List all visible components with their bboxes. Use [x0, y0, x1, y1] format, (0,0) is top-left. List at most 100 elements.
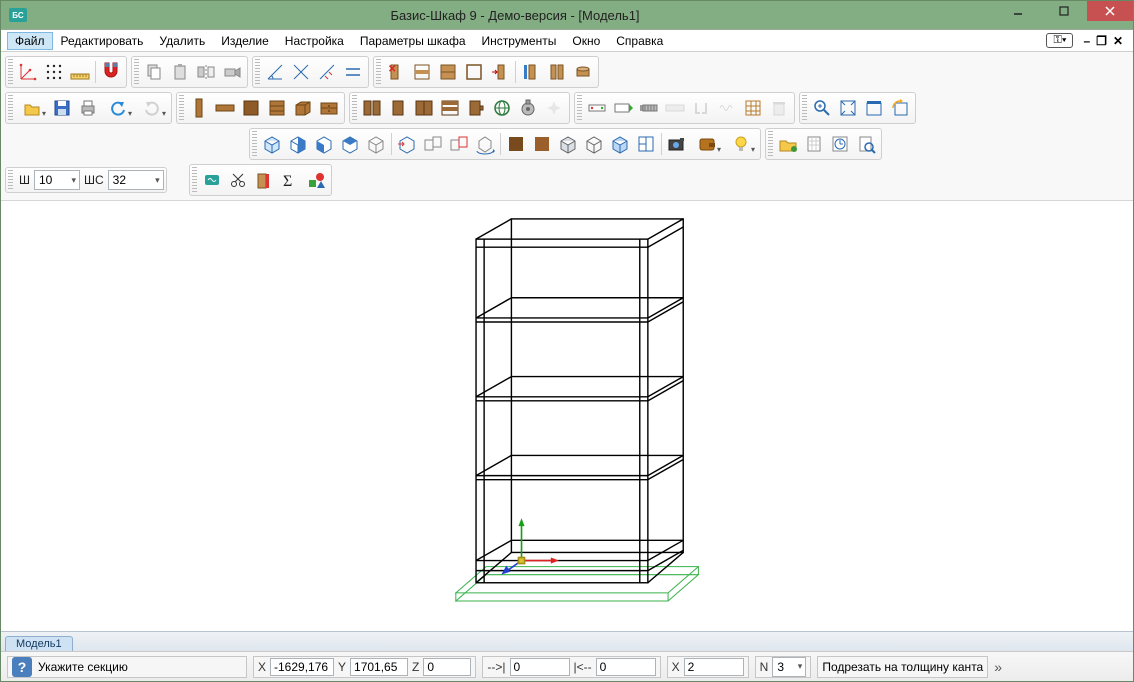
box-solid-icon[interactable] — [555, 131, 581, 157]
view-arrow-icon[interactable] — [394, 131, 420, 157]
mdi-minimize[interactable]: – — [1083, 34, 1090, 48]
sparkle-icon[interactable] — [541, 95, 567, 121]
redo-icon[interactable] — [135, 95, 169, 121]
box-icon[interactable] — [290, 95, 316, 121]
view-top-icon[interactable] — [337, 131, 363, 157]
sheet-icon[interactable] — [801, 131, 827, 157]
hw1-icon[interactable] — [584, 95, 610, 121]
scissors-icon[interactable] — [225, 167, 251, 193]
arrow-left-input[interactable] — [596, 658, 656, 676]
menu-product[interactable]: Изделие — [213, 32, 277, 50]
zoom-in-icon[interactable] — [809, 95, 835, 121]
print-icon[interactable] — [75, 95, 101, 121]
menu-help[interactable]: Справка — [608, 32, 671, 50]
panel-arrow-icon[interactable] — [487, 59, 513, 85]
key-badge[interactable]: ⚿▾ — [1046, 33, 1073, 48]
view-iso1-icon[interactable] — [259, 131, 285, 157]
trim-button[interactable]: Подрезать на толщину канта — [817, 656, 988, 678]
view-wire-icon[interactable] — [363, 131, 389, 157]
model-viewport[interactable] — [1, 201, 1133, 631]
board-stripes-icon[interactable] — [264, 95, 290, 121]
parallel-icon[interactable] — [340, 59, 366, 85]
shelf-stack-icon[interactable] — [437, 95, 463, 121]
panel-side-blue-icon[interactable] — [518, 59, 544, 85]
board-h-icon[interactable] — [212, 95, 238, 121]
minimize-button[interactable] — [995, 1, 1041, 21]
sigma-icon[interactable]: Σ — [277, 167, 303, 193]
door-double-icon[interactable] — [359, 95, 385, 121]
view-iso2-icon[interactable] — [285, 131, 311, 157]
close-button[interactable] — [1087, 1, 1133, 21]
panel-shelf-icon[interactable] — [409, 59, 435, 85]
arrow-right-input[interactable] — [510, 658, 570, 676]
door-handle-icon[interactable] — [463, 95, 489, 121]
tab-model1[interactable]: Модель1 — [5, 636, 73, 651]
tex2-icon[interactable] — [529, 131, 555, 157]
open-icon[interactable] — [15, 95, 49, 121]
board-v-icon[interactable] — [186, 95, 212, 121]
screw2-icon[interactable] — [662, 95, 688, 121]
edge-icon[interactable] — [251, 167, 277, 193]
paste-icon[interactable] — [167, 59, 193, 85]
x-input[interactable] — [270, 658, 334, 676]
menu-settings[interactable]: Настройка — [277, 32, 352, 50]
rotate-icon[interactable] — [472, 131, 498, 157]
undo-icon[interactable] — [101, 95, 135, 121]
menu-window[interactable]: Окно — [564, 32, 608, 50]
y-input[interactable] — [350, 658, 408, 676]
camera2-icon[interactable] — [664, 131, 690, 157]
sh-combo[interactable]: 10 — [34, 170, 80, 190]
menu-params[interactable]: Параметры шкафа — [352, 32, 474, 50]
layout-icon[interactable] — [633, 131, 659, 157]
two-box-red-icon[interactable] — [446, 131, 472, 157]
wheel-icon[interactable] — [515, 95, 541, 121]
box-blue-icon[interactable] — [607, 131, 633, 157]
panel-roll-icon[interactable] — [570, 59, 596, 85]
menu-edit[interactable]: Редактировать — [53, 32, 152, 50]
save-icon[interactable] — [49, 95, 75, 121]
angle-icon[interactable] — [262, 59, 288, 85]
board-solid-icon[interactable] — [238, 95, 264, 121]
x2-input[interactable] — [684, 658, 744, 676]
cross-icon[interactable] — [288, 59, 314, 85]
menu-tools[interactable]: Инструменты — [474, 32, 565, 50]
z-input[interactable] — [423, 658, 471, 676]
mdi-close[interactable]: ✕ — [1113, 34, 1123, 48]
menu-delete[interactable]: Удалить — [151, 32, 213, 50]
drawer-icon[interactable] — [316, 95, 342, 121]
menu-file[interactable]: Файл — [7, 32, 53, 50]
trash-icon[interactable] — [766, 95, 792, 121]
fit-icon[interactable] — [835, 95, 861, 121]
mdi-restore[interactable]: ❐ — [1096, 34, 1107, 48]
globe-icon[interactable] — [489, 95, 515, 121]
mirror-icon[interactable] — [193, 59, 219, 85]
ruler-icon[interactable] — [67, 59, 93, 85]
camera-icon[interactable] — [219, 59, 245, 85]
teal-icon[interactable] — [199, 167, 225, 193]
door-single-icon[interactable] — [385, 95, 411, 121]
panel-double-icon[interactable] — [544, 59, 570, 85]
shapes-icon[interactable] — [303, 167, 329, 193]
n-combo[interactable]: 3 — [772, 657, 806, 677]
shs-combo[interactable]: 32 — [108, 170, 164, 190]
hw2-icon[interactable] — [610, 95, 636, 121]
axes-icon[interactable] — [15, 59, 41, 85]
box-wire2-icon[interactable] — [581, 131, 607, 157]
grid2-icon[interactable] — [740, 95, 766, 121]
door-split-icon[interactable] — [411, 95, 437, 121]
refresh-icon[interactable] — [887, 95, 913, 121]
folder2-icon[interactable] — [775, 131, 801, 157]
magnet-icon[interactable] — [98, 59, 124, 85]
clamp-icon[interactable] — [688, 95, 714, 121]
screw-icon[interactable] — [636, 95, 662, 121]
tex1-icon[interactable] — [503, 131, 529, 157]
two-box-icon[interactable] — [420, 131, 446, 157]
panel-red-x-icon[interactable]: ✕ — [383, 59, 409, 85]
copy-icon[interactable] — [141, 59, 167, 85]
clock-icon[interactable] — [827, 131, 853, 157]
statusbar-more-icon[interactable]: » — [994, 659, 1002, 675]
wallet-icon[interactable] — [690, 131, 724, 157]
panel-outline-icon[interactable] — [461, 59, 487, 85]
search-doc-icon[interactable] — [853, 131, 879, 157]
bulb-icon[interactable] — [724, 131, 758, 157]
